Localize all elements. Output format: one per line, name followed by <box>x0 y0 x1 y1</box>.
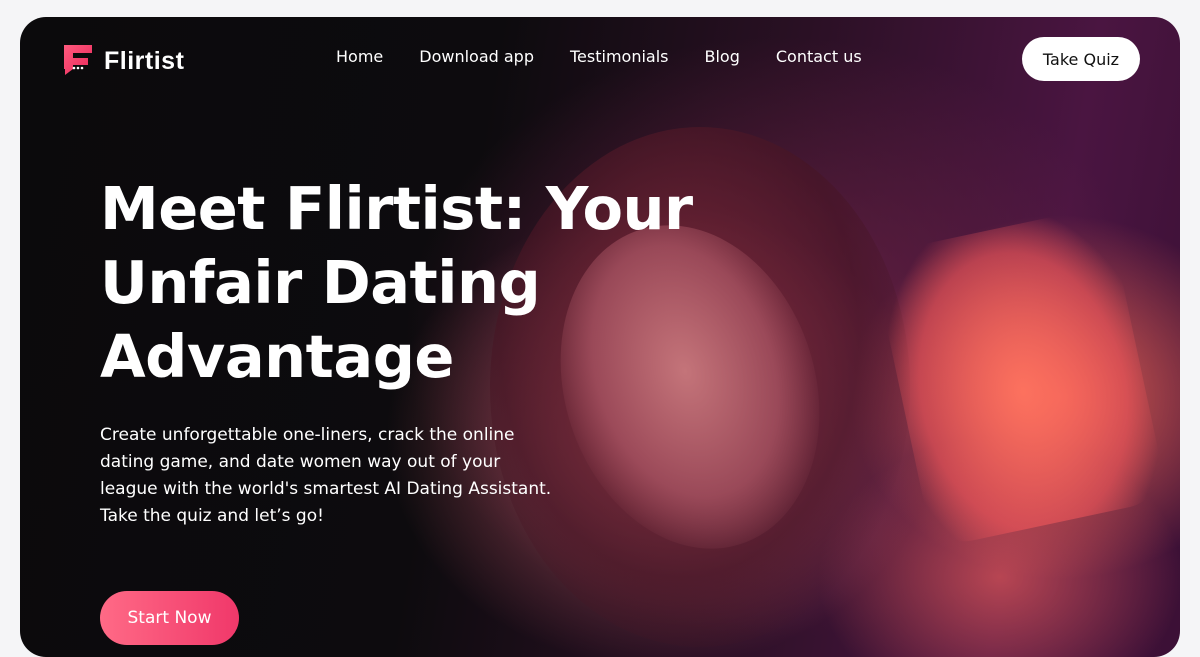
start-now-button[interactable]: Start Now <box>100 591 239 645</box>
brand-name: Flirtist <box>104 46 185 75</box>
hero-photo-phone-glow <box>871 205 1169 549</box>
brand-logo[interactable]: Flirtist <box>60 41 184 81</box>
nav-link-download-app[interactable]: Download app <box>419 47 534 66</box>
nav-link-home[interactable]: Home <box>336 47 383 66</box>
flirtist-chat-bubble-icon <box>60 41 96 81</box>
nav-link-blog[interactable]: Blog <box>704 47 739 66</box>
nav-link-testimonials[interactable]: Testimonials <box>570 47 669 66</box>
hero-section: Flirtist Home Download app Testimonials … <box>20 17 1180 657</box>
nav-links: Home Download app Testimonials Blog Cont… <box>336 47 898 66</box>
take-quiz-button[interactable]: Take Quiz <box>1022 37 1140 81</box>
nav-link-contact-us[interactable]: Contact us <box>776 47 862 66</box>
hero-subtext: Create unforgettable one-liners, crack t… <box>100 425 552 526</box>
top-navigation: Flirtist Home Download app Testimonials … <box>20 17 1180 101</box>
hero-headline: Meet Flirtist: Your Unfair Dating Advant… <box>100 174 693 391</box>
